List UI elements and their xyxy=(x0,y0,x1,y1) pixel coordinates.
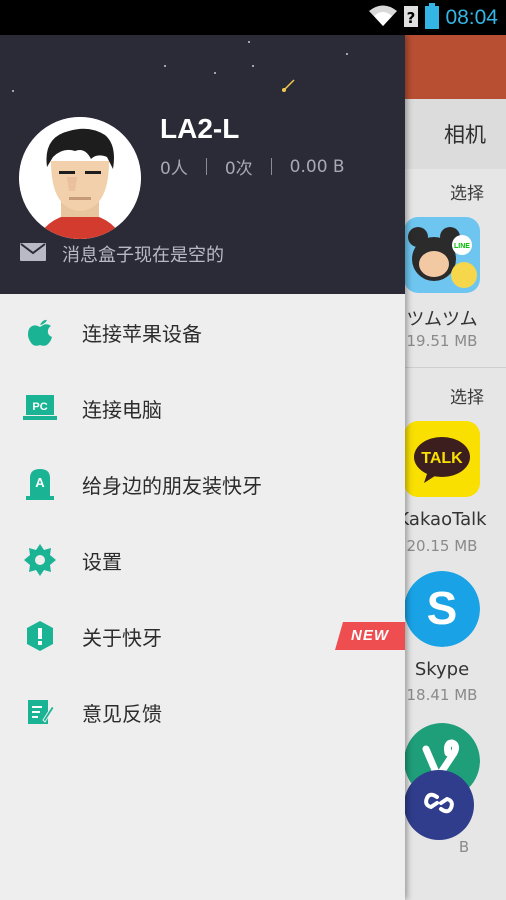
info-icon xyxy=(22,618,58,654)
stat-divider xyxy=(205,158,207,175)
no-signal-icon: ? xyxy=(403,4,419,32)
status-time: 08:04 xyxy=(445,5,498,29)
menu-label: 连接电脑 xyxy=(82,397,162,422)
gear-icon xyxy=(22,542,58,578)
menu-install-for-friends[interactable]: A 给身边的朋友装快牙 xyxy=(0,446,405,522)
star-decoration xyxy=(248,41,250,43)
select-button[interactable]: 选择 xyxy=(450,179,484,204)
navigation-drawer: LA2-L 0人 0次 0.00 B 消息盒子现在是空的 连接苹果设备 PC 连… xyxy=(0,35,405,900)
menu-about[interactable]: 关于快牙 NEW xyxy=(0,598,405,674)
menu-connect-pc[interactable]: PC 连接电脑 xyxy=(0,370,405,446)
star-decoration xyxy=(12,90,14,92)
menu-label: 给身边的朋友装快牙 xyxy=(82,473,262,498)
svg-text:TALK: TALK xyxy=(421,450,463,467)
feedback-icon xyxy=(22,694,58,730)
star-decoration xyxy=(252,65,254,67)
link-icon xyxy=(421,788,457,822)
new-badge: NEW xyxy=(335,622,405,650)
tab-camera[interactable]: 相机 xyxy=(444,119,486,149)
menu-label: 意见反馈 xyxy=(82,701,162,726)
shooting-star-decoration xyxy=(282,79,295,92)
menu-connect-apple[interactable]: 连接苹果设备 xyxy=(0,294,405,370)
kakaotalk-app-icon[interactable]: TALK xyxy=(404,421,480,497)
menu-feedback[interactable]: 意见反馈 xyxy=(0,674,405,750)
section-divider xyxy=(405,367,506,368)
star-decoration xyxy=(214,72,216,74)
link-fab-button[interactable] xyxy=(404,770,474,840)
drawer-header: LA2-L 0人 0次 0.00 B 消息盒子现在是空的 xyxy=(0,35,405,294)
skype-app-icon[interactable]: S xyxy=(404,571,480,647)
message-box[interactable]: 消息盒子现在是空的 xyxy=(20,241,224,267)
message-box-status: 消息盒子现在是空的 xyxy=(62,245,224,266)
stat-count: 0次 xyxy=(224,159,253,179)
svg-text:A: A xyxy=(35,475,45,490)
status-bar: ? 08:04 xyxy=(0,0,506,35)
star-decoration xyxy=(164,65,166,67)
menu-settings[interactable]: 设置 xyxy=(0,522,405,598)
menu-label: 关于快牙 xyxy=(82,625,162,650)
stat-divider xyxy=(270,158,272,175)
svg-text:S: S xyxy=(427,582,458,634)
wifi-icon xyxy=(369,5,398,31)
star-decoration xyxy=(346,53,348,55)
stat-people: 0人 xyxy=(160,159,188,179)
svg-text:PC: PC xyxy=(32,401,47,413)
avatar[interactable] xyxy=(19,117,141,239)
tsum-tsum-app-icon[interactable]: LINE xyxy=(404,217,480,293)
svg-text:LINE: LINE xyxy=(454,243,470,250)
apple-icon xyxy=(22,314,58,350)
stat-bytes: 0.00 B xyxy=(289,156,345,177)
drawer-menu: 连接苹果设备 PC 连接电脑 A 给身边的朋友装快牙 设置 关于快牙 NEW 意… xyxy=(0,294,405,750)
pc-icon: PC xyxy=(22,390,58,426)
menu-label: 设置 xyxy=(82,549,122,574)
new-badge-label: NEW xyxy=(351,627,389,644)
battery-icon xyxy=(425,2,440,33)
select-button[interactable]: 选择 xyxy=(450,383,484,408)
mail-icon xyxy=(20,243,46,265)
username: LA2-L xyxy=(160,113,240,144)
menu-label: 连接苹果设备 xyxy=(82,321,202,346)
app-size-vine: B xyxy=(458,838,470,856)
user-stats: 0人 0次 0.00 B xyxy=(160,154,345,180)
svg-text:?: ? xyxy=(407,9,416,27)
install-icon: A xyxy=(22,466,58,502)
